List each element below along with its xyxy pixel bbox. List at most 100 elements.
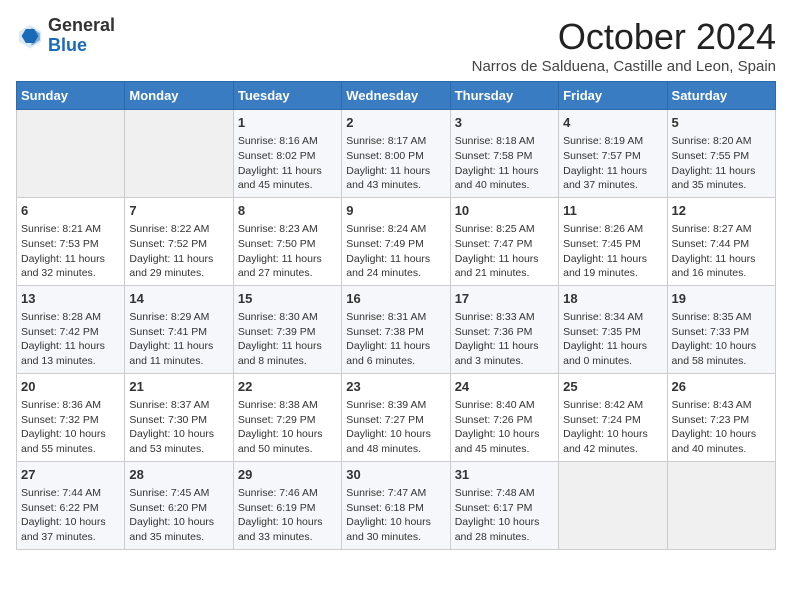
weekday-header: Sunday	[17, 82, 125, 110]
calendar-cell: 4 Sunrise: 8:19 AM Sunset: 7:57 PM Daylig…	[559, 110, 667, 198]
day-detail: Sunrise: 7:48 AM Sunset: 6:17 PM Dayligh…	[455, 486, 554, 545]
calendar-cell	[125, 110, 233, 198]
calendar-cell: 11 Sunrise: 8:26 AM Sunset: 7:45 PM Dayli…	[559, 197, 667, 285]
day-detail: Sunrise: 8:28 AM Sunset: 7:42 PM Dayligh…	[21, 310, 120, 369]
day-detail: Sunrise: 8:24 AM Sunset: 7:49 PM Dayligh…	[346, 222, 445, 281]
day-detail: Sunrise: 8:22 AM Sunset: 7:52 PM Dayligh…	[129, 222, 228, 281]
calendar-cell: 1 Sunrise: 8:16 AM Sunset: 8:02 PM Daylig…	[233, 110, 341, 198]
location-subtitle: Narros de Salduena, Castille and Leon, S…	[472, 58, 776, 75]
day-number: 16	[346, 290, 445, 308]
day-detail: Sunrise: 8:29 AM Sunset: 7:41 PM Dayligh…	[129, 310, 228, 369]
day-detail: Sunrise: 7:47 AM Sunset: 6:18 PM Dayligh…	[346, 486, 445, 545]
day-detail: Sunrise: 8:31 AM Sunset: 7:38 PM Dayligh…	[346, 310, 445, 369]
calendar-cell: 13 Sunrise: 8:28 AM Sunset: 7:42 PM Dayli…	[17, 285, 125, 373]
month-title: October 2024	[472, 16, 776, 58]
calendar-cell: 17 Sunrise: 8:33 AM Sunset: 7:36 PM Dayli…	[450, 285, 558, 373]
day-detail: Sunrise: 7:44 AM Sunset: 6:22 PM Dayligh…	[21, 486, 120, 545]
calendar-cell: 20 Sunrise: 8:36 AM Sunset: 7:32 PM Dayli…	[17, 373, 125, 461]
day-number: 20	[21, 378, 120, 396]
calendar-cell: 27 Sunrise: 7:44 AM Sunset: 6:22 PM Dayli…	[17, 461, 125, 549]
logo-icon	[16, 22, 44, 50]
day-number: 10	[455, 202, 554, 220]
day-detail: Sunrise: 8:25 AM Sunset: 7:47 PM Dayligh…	[455, 222, 554, 281]
calendar-week-row: 20 Sunrise: 8:36 AM Sunset: 7:32 PM Dayli…	[17, 373, 776, 461]
day-number: 30	[346, 466, 445, 484]
day-number: 11	[563, 202, 662, 220]
calendar-cell: 5Sunrise: 8:20 AM Sunset: 7:55 PM Daylig…	[667, 110, 775, 198]
calendar-week-row: 6 Sunrise: 8:21 AM Sunset: 7:53 PM Daylig…	[17, 197, 776, 285]
day-detail: Sunrise: 8:16 AM Sunset: 8:02 PM Dayligh…	[238, 134, 337, 193]
weekday-header: Saturday	[667, 82, 775, 110]
day-detail: Sunrise: 8:39 AM Sunset: 7:27 PM Dayligh…	[346, 398, 445, 457]
day-number: 15	[238, 290, 337, 308]
day-detail: Sunrise: 8:34 AM Sunset: 7:35 PM Dayligh…	[563, 310, 662, 369]
day-detail: Sunrise: 8:17 AM Sunset: 8:00 PM Dayligh…	[346, 134, 445, 193]
calendar-week-row: 27 Sunrise: 7:44 AM Sunset: 6:22 PM Dayli…	[17, 461, 776, 549]
calendar-cell: 9 Sunrise: 8:24 AM Sunset: 7:49 PM Daylig…	[342, 197, 450, 285]
day-number: 8	[238, 202, 337, 220]
calendar-cell: 2 Sunrise: 8:17 AM Sunset: 8:00 PM Daylig…	[342, 110, 450, 198]
day-detail: Sunrise: 8:36 AM Sunset: 7:32 PM Dayligh…	[21, 398, 120, 457]
calendar-table: SundayMondayTuesdayWednesdayThursdayFrid…	[16, 81, 776, 550]
day-detail: Sunrise: 8:21 AM Sunset: 7:53 PM Dayligh…	[21, 222, 120, 281]
calendar-cell: 7 Sunrise: 8:22 AM Sunset: 7:52 PM Daylig…	[125, 197, 233, 285]
day-number: 2	[346, 114, 445, 132]
weekday-header: Thursday	[450, 82, 558, 110]
day-detail: Sunrise: 7:45 AM Sunset: 6:20 PM Dayligh…	[129, 486, 228, 545]
day-detail: Sunrise: 8:20 AM Sunset: 7:55 PM Dayligh…	[672, 134, 771, 193]
day-number: 3	[455, 114, 554, 132]
logo: General Blue	[16, 16, 115, 56]
calendar-cell: 15 Sunrise: 8:30 AM Sunset: 7:39 PM Dayli…	[233, 285, 341, 373]
weekday-header: Tuesday	[233, 82, 341, 110]
day-detail: Sunrise: 8:42 AM Sunset: 7:24 PM Dayligh…	[563, 398, 662, 457]
calendar-cell: 23Sunrise: 8:39 AM Sunset: 7:27 PM Dayli…	[342, 373, 450, 461]
calendar-cell: 26Sunrise: 8:43 AM Sunset: 7:23 PM Dayli…	[667, 373, 775, 461]
calendar-week-row: 13 Sunrise: 8:28 AM Sunset: 7:42 PM Dayli…	[17, 285, 776, 373]
day-number: 4	[563, 114, 662, 132]
day-number: 25	[563, 378, 662, 396]
calendar-cell: 25 Sunrise: 8:42 AM Sunset: 7:24 PM Dayli…	[559, 373, 667, 461]
day-detail: Sunrise: 8:33 AM Sunset: 7:36 PM Dayligh…	[455, 310, 554, 369]
day-number: 24	[455, 378, 554, 396]
day-detail: Sunrise: 8:37 AM Sunset: 7:30 PM Dayligh…	[129, 398, 228, 457]
day-detail: Sunrise: 8:40 AM Sunset: 7:26 PM Dayligh…	[455, 398, 554, 457]
day-number: 9	[346, 202, 445, 220]
day-number: 31	[455, 466, 554, 484]
day-detail: Sunrise: 8:19 AM Sunset: 7:57 PM Dayligh…	[563, 134, 662, 193]
day-number: 6	[21, 202, 120, 220]
logo-text: General Blue	[48, 16, 115, 56]
day-number: 7	[129, 202, 228, 220]
day-number: 21	[129, 378, 228, 396]
day-number: 18	[563, 290, 662, 308]
day-detail: Sunrise: 7:46 AM Sunset: 6:19 PM Dayligh…	[238, 486, 337, 545]
weekday-header: Monday	[125, 82, 233, 110]
day-number: 27	[21, 466, 120, 484]
calendar-cell: 30 Sunrise: 7:47 AM Sunset: 6:18 PM Dayli…	[342, 461, 450, 549]
calendar-cell: 29 Sunrise: 7:46 AM Sunset: 6:19 PM Dayli…	[233, 461, 341, 549]
day-detail: Sunrise: 8:30 AM Sunset: 7:39 PM Dayligh…	[238, 310, 337, 369]
day-number: 22	[238, 378, 337, 396]
page-header: General Blue October 2024 Narros de Sald…	[16, 16, 776, 75]
calendar-cell: 6 Sunrise: 8:21 AM Sunset: 7:53 PM Daylig…	[17, 197, 125, 285]
day-number: 13	[21, 290, 120, 308]
title-section: October 2024 Narros de Salduena, Castill…	[472, 16, 776, 75]
calendar-cell: 3 Sunrise: 8:18 AM Sunset: 7:58 PM Daylig…	[450, 110, 558, 198]
day-detail: Sunrise: 8:27 AM Sunset: 7:44 PM Dayligh…	[672, 222, 771, 281]
calendar-cell: 22Sunrise: 8:38 AM Sunset: 7:29 PM Dayli…	[233, 373, 341, 461]
day-detail: Sunrise: 8:26 AM Sunset: 7:45 PM Dayligh…	[563, 222, 662, 281]
day-detail: Sunrise: 8:23 AM Sunset: 7:50 PM Dayligh…	[238, 222, 337, 281]
calendar-week-row: 1 Sunrise: 8:16 AM Sunset: 8:02 PM Daylig…	[17, 110, 776, 198]
calendar-cell: 28 Sunrise: 7:45 AM Sunset: 6:20 PM Dayli…	[125, 461, 233, 549]
calendar-cell	[17, 110, 125, 198]
day-number: 17	[455, 290, 554, 308]
day-detail: Sunrise: 8:35 AM Sunset: 7:33 PM Dayligh…	[672, 310, 771, 369]
day-detail: Sunrise: 8:18 AM Sunset: 7:58 PM Dayligh…	[455, 134, 554, 193]
weekday-header-row: SundayMondayTuesdayWednesdayThursdayFrid…	[17, 82, 776, 110]
calendar-cell: 18 Sunrise: 8:34 AM Sunset: 7:35 PM Dayli…	[559, 285, 667, 373]
day-number: 12	[672, 202, 771, 220]
day-number: 29	[238, 466, 337, 484]
calendar-cell	[559, 461, 667, 549]
day-number: 1	[238, 114, 337, 132]
day-number: 19	[672, 290, 771, 308]
day-number: 28	[129, 466, 228, 484]
